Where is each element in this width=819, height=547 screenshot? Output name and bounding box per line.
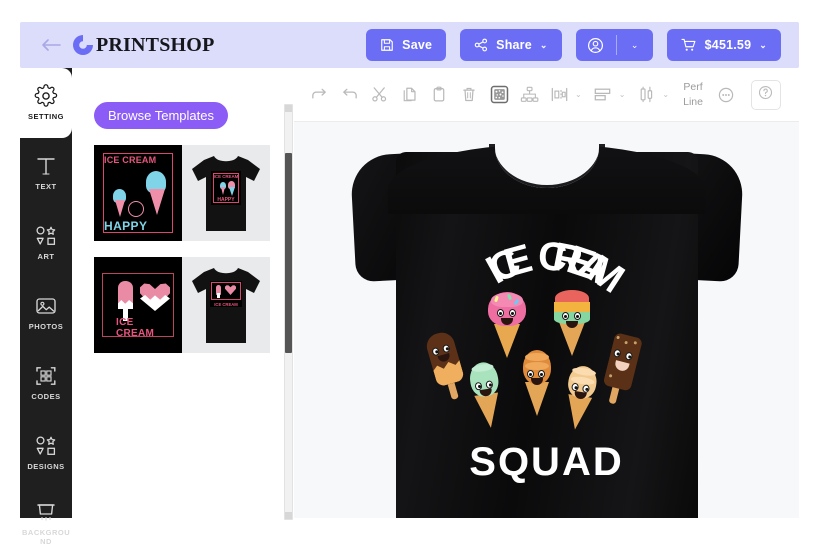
design-characters (422, 288, 672, 438)
account-button-group: ⌄ (575, 29, 653, 61)
sidebar-item-label: CODES (31, 392, 61, 402)
help-button[interactable] (750, 79, 781, 110)
printshop-app: PRINTSHOP Save Share ⌄ ⌄ $451.59 ⌄ SETTI… (0, 0, 819, 547)
artwork-top-text: ICE CREAM (104, 155, 157, 165)
gear-icon (34, 84, 58, 108)
vanilla-swirl-cone (552, 363, 607, 445)
orange-swirl-cone (516, 350, 560, 426)
redo-icon[interactable] (304, 78, 334, 112)
sidebar-item-setting[interactable]: SETTING (20, 68, 72, 138)
tshirt-mockup[interactable]: ICE CREAM I C E C R E A M (349, 130, 744, 518)
template-artwork[interactable]: ICE CREAM (94, 257, 182, 353)
sidebar-item-background[interactable]: BACKGROU ND (20, 488, 72, 547)
template-artwork[interactable]: ICE CREAM HAPPY (94, 145, 182, 241)
chevron-down-icon: ⌄ (662, 90, 670, 99)
perf-line-button[interactable]: Perf Line (683, 80, 703, 108)
hierarchy-icon[interactable] (514, 78, 544, 112)
sidebar-item-photos[interactable]: PHOTOS (20, 278, 72, 348)
chevron-down-icon: ⌄ (539, 39, 548, 50)
template-mockup[interactable]: ICE CREAM (182, 257, 270, 353)
design-top-text: ICE CREAM I C E C R E A M (478, 234, 632, 302)
align-vertical-dropdown[interactable]: ⌄ (631, 78, 675, 112)
sidebar-item-codes[interactable]: CODES (20, 348, 72, 418)
back-arrow-icon[interactable] (38, 32, 64, 58)
cart-button[interactable]: $451.59 ⌄ (666, 29, 781, 61)
chevron-down-icon: ⌄ (618, 90, 626, 99)
paste-icon[interactable] (424, 78, 454, 112)
shopping-cart-icon (681, 38, 697, 52)
align-horizontal-dropdown[interactable]: ⌄ (544, 78, 588, 112)
list-item[interactable]: ICE CREAM ICE CREAM (94, 257, 270, 353)
app-header: PRINTSHOP Save Share ⌄ ⌄ $451.59 ⌄ (20, 22, 799, 68)
design-bottom-text: SQUAD (469, 440, 624, 484)
mockup-print: ICE CREAM HAPPY (211, 171, 241, 205)
perf-line-label-2: Line (683, 95, 703, 108)
sidebar-item-label: ART (37, 252, 55, 262)
save-label: Save (402, 38, 433, 52)
sidebar-item-label: DESIGNS (27, 462, 65, 472)
share-nodes-icon (474, 38, 488, 52)
align-horizontal-icon[interactable] (544, 78, 574, 112)
text-t-icon (34, 154, 58, 178)
sidebar-item-label: BACKGROU ND (22, 527, 71, 546)
templates-panel: Browse Templates ICE CREAM HAPPY ICE CRE… (72, 68, 288, 518)
header-actions: Save Share ⌄ ⌄ $451.59 ⌄ (366, 29, 781, 61)
scrollbar-down-arrow[interactable] (285, 512, 292, 519)
image-icon (34, 294, 58, 318)
browse-templates-button[interactable]: Browse Templates (94, 102, 228, 129)
cart-total: $451.59 (704, 38, 752, 52)
account-dropdown-button[interactable]: ⌄ (617, 29, 653, 61)
design-canvas[interactable]: ICE CREAM I C E C R E A M (294, 122, 799, 518)
save-button[interactable]: Save (366, 29, 447, 61)
chevron-down-icon: ⌄ (630, 39, 639, 50)
brand-name: PRINTSHOP (96, 33, 215, 56)
mint-cone (460, 359, 514, 440)
qr-code-icon (34, 364, 58, 388)
shapes-icon (34, 224, 58, 248)
shapes-icon (34, 434, 58, 458)
printshop-logo-icon (72, 34, 94, 56)
pattern-icon[interactable] (484, 78, 514, 112)
share-button[interactable]: Share ⌄ (460, 29, 562, 61)
align-distribute-icon[interactable] (588, 78, 618, 112)
sidebar-item-designs[interactable]: DESIGNS (20, 418, 72, 488)
brand[interactable]: PRINTSHOP (72, 34, 214, 57)
copy-icon[interactable] (394, 78, 424, 112)
template-list: ICE CREAM HAPPY ICE CREAM HAPPY ICE CREA… (72, 145, 288, 353)
scrollbar-up-arrow[interactable] (285, 105, 292, 112)
artwork-bottom-text: HAPPY (104, 219, 148, 233)
sidebar-item-label: SETTING (27, 112, 64, 122)
chevron-down-icon: ⌄ (575, 90, 582, 99)
editor-toolbar: ⌄ ⌄ ⌄ Perf Line (294, 68, 799, 122)
user-circle-icon[interactable] (576, 29, 616, 61)
align-vertical-icon[interactable] (631, 78, 661, 112)
floppy-disk-icon (380, 38, 394, 52)
sidebar-item-label: PHOTOS (28, 322, 64, 332)
perf-line-label-1: Perf (683, 81, 703, 94)
backdrop-icon (34, 500, 58, 524)
sidebar-item-art[interactable]: ART (20, 208, 72, 278)
template-mockup[interactable]: ICE CREAM HAPPY (182, 145, 270, 241)
share-label: Share (496, 38, 532, 52)
sidebar-item-text[interactable]: TEXT (20, 138, 72, 208)
printed-design[interactable]: ICE CREAM I C E C R E A M (422, 220, 672, 510)
undo-icon[interactable] (334, 78, 364, 112)
sidebar-item-label: TEXT (35, 182, 57, 192)
scrollbar-thumb[interactable] (285, 153, 292, 353)
more-horizontal-icon[interactable] (711, 78, 741, 112)
left-sidebar: SETTING TEXT ART PHOTOS CODES DESIGNS BA… (20, 68, 72, 545)
scissors-icon[interactable] (364, 78, 394, 112)
help-circle-icon (758, 85, 773, 105)
panel-scrollbar[interactable] (284, 104, 293, 520)
trash-icon[interactable] (454, 78, 484, 112)
list-item[interactable]: ICE CREAM HAPPY ICE CREAM HAPPY (94, 145, 270, 241)
mockup-print: ICE CREAM (210, 281, 242, 307)
align-distribute-dropdown[interactable]: ⌄ (588, 78, 632, 112)
artwork-bottom-text: ICE CREAM (116, 317, 155, 339)
chevron-down-icon: ⌄ (759, 39, 767, 50)
